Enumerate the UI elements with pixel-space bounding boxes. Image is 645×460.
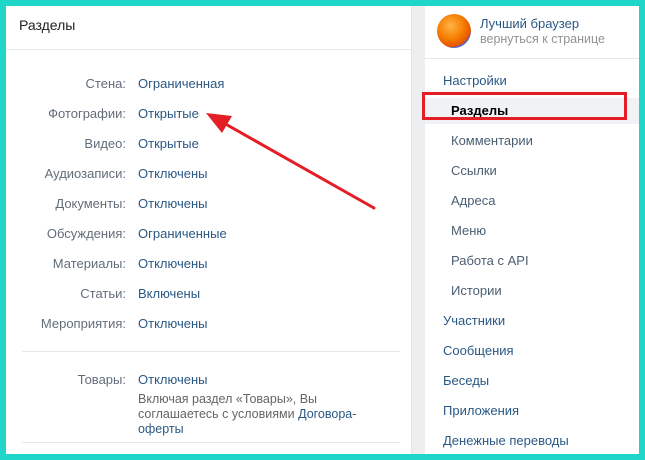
divider	[22, 442, 400, 443]
setting-row-events: Мероприятия: Отключены	[6, 314, 411, 334]
setting-row-discussions: Обсуждения: Ограниченные	[6, 224, 411, 244]
sidebar-item-label: Участники	[443, 313, 506, 328]
page-frame: Разделы Стена: Ограниченная Фотографии: …	[6, 6, 639, 454]
sidebar-item-settings[interactable]: Настройки	[425, 68, 639, 94]
sidebar-item-links[interactable]: Ссылки	[425, 158, 639, 184]
page-title: Разделы	[19, 17, 76, 33]
setting-value-dropdown[interactable]: Отключены	[138, 196, 207, 211]
sidebar-item-money-transfers[interactable]: Денежные переводы	[425, 428, 639, 454]
setting-label: Обсуждения:	[46, 226, 126, 241]
setting-row-wall: Стена: Ограниченная	[6, 74, 411, 94]
sidebar-item-menu[interactable]: Меню	[425, 218, 639, 244]
divider	[22, 351, 400, 352]
setting-label: Аудиозаписи:	[44, 166, 126, 181]
sidebar-item-api[interactable]: Работа с API	[425, 248, 639, 274]
sidebar-item-label: Настройки	[443, 73, 507, 88]
setting-row-photos: Фотографии: Открытые	[6, 104, 411, 124]
setting-label: Фотографии:	[48, 106, 126, 121]
sidebar-item-label: Комментарии	[451, 133, 533, 148]
sections-panel: Разделы Стена: Ограниченная Фотографии: …	[6, 6, 412, 454]
sidebar-item-label: Приложения	[443, 403, 520, 418]
divider	[425, 58, 639, 59]
sidebar-item-label: Денежные переводы	[443, 433, 569, 448]
setting-label: Материалы:	[52, 256, 126, 271]
setting-label: Статьи:	[80, 286, 126, 301]
sidebar-item-label: Разделы	[451, 103, 509, 118]
community-name[interactable]: Лучший браузер	[480, 16, 579, 31]
setting-value-dropdown[interactable]: Отключены	[138, 372, 207, 387]
sidebar-item-chats[interactable]: Беседы	[425, 368, 639, 394]
sidebar-item-label: Сообщения	[443, 343, 514, 358]
setting-row-video: Видео: Открытые	[6, 134, 411, 154]
sidebar-item-label: Беседы	[443, 373, 490, 388]
sidebar-item-label: Ссылки	[451, 163, 497, 178]
setting-value-dropdown[interactable]: Включены	[138, 286, 200, 301]
sidebar-item-label: Работа с API	[451, 253, 529, 268]
back-to-page-link[interactable]: вернуться к странице	[480, 32, 605, 46]
setting-row-audio: Аудиозаписи: Отключены	[6, 164, 411, 184]
setting-value-dropdown[interactable]: Отключены	[138, 316, 207, 331]
sidebar-item-sections[interactable]: Разделы	[425, 98, 639, 124]
sidebar-item-comments[interactable]: Комментарии	[425, 128, 639, 154]
sidebar-item-apps[interactable]: Приложения	[425, 398, 639, 424]
setting-value-dropdown[interactable]: Открытые	[138, 106, 199, 121]
sidebar-item-stories[interactable]: Истории	[425, 278, 639, 304]
setting-label: Товары:	[77, 372, 126, 387]
setting-label: Видео:	[84, 136, 126, 151]
setting-label: Мероприятия:	[40, 316, 126, 331]
divider	[6, 49, 411, 50]
setting-row-articles: Статьи: Включены	[6, 284, 411, 304]
setting-row-materials: Материалы: Отключены	[6, 254, 411, 274]
sidebar-item-messages[interactable]: Сообщения	[425, 338, 639, 364]
setting-row-documents: Документы: Отключены	[6, 194, 411, 214]
goods-terms-text: Включая раздел «Товары», Вы соглашаетесь…	[138, 392, 318, 421]
sidebar-item-label: Адреса	[451, 193, 496, 208]
community-avatar[interactable]	[437, 14, 471, 48]
setting-value-dropdown[interactable]: Отключены	[138, 256, 207, 271]
community-profile-link[interactable]: Лучший браузер вернуться к странице	[425, 6, 639, 54]
setting-label: Документы:	[55, 196, 126, 211]
setting-label: Стена:	[85, 76, 126, 91]
sidebar-item-addresses[interactable]: Адреса	[425, 188, 639, 214]
setting-value-dropdown[interactable]: Ограниченные	[138, 226, 227, 241]
goods-terms-note: Включая раздел «Товары», Вы соглашаетесь…	[138, 392, 398, 437]
setting-row-goods: Товары: Отключены	[6, 370, 411, 390]
sidebar-item-label: Меню	[451, 223, 487, 238]
setting-value-dropdown[interactable]: Открытые	[138, 136, 199, 151]
setting-value-dropdown[interactable]: Ограниченная	[138, 76, 224, 91]
settings-sidebar: Лучший браузер вернуться к странице Наст…	[425, 6, 639, 454]
sidebar-item-members[interactable]: Участники	[425, 308, 639, 334]
sidebar-item-label: Истории	[451, 283, 502, 298]
setting-value-dropdown[interactable]: Отключены	[138, 166, 207, 181]
